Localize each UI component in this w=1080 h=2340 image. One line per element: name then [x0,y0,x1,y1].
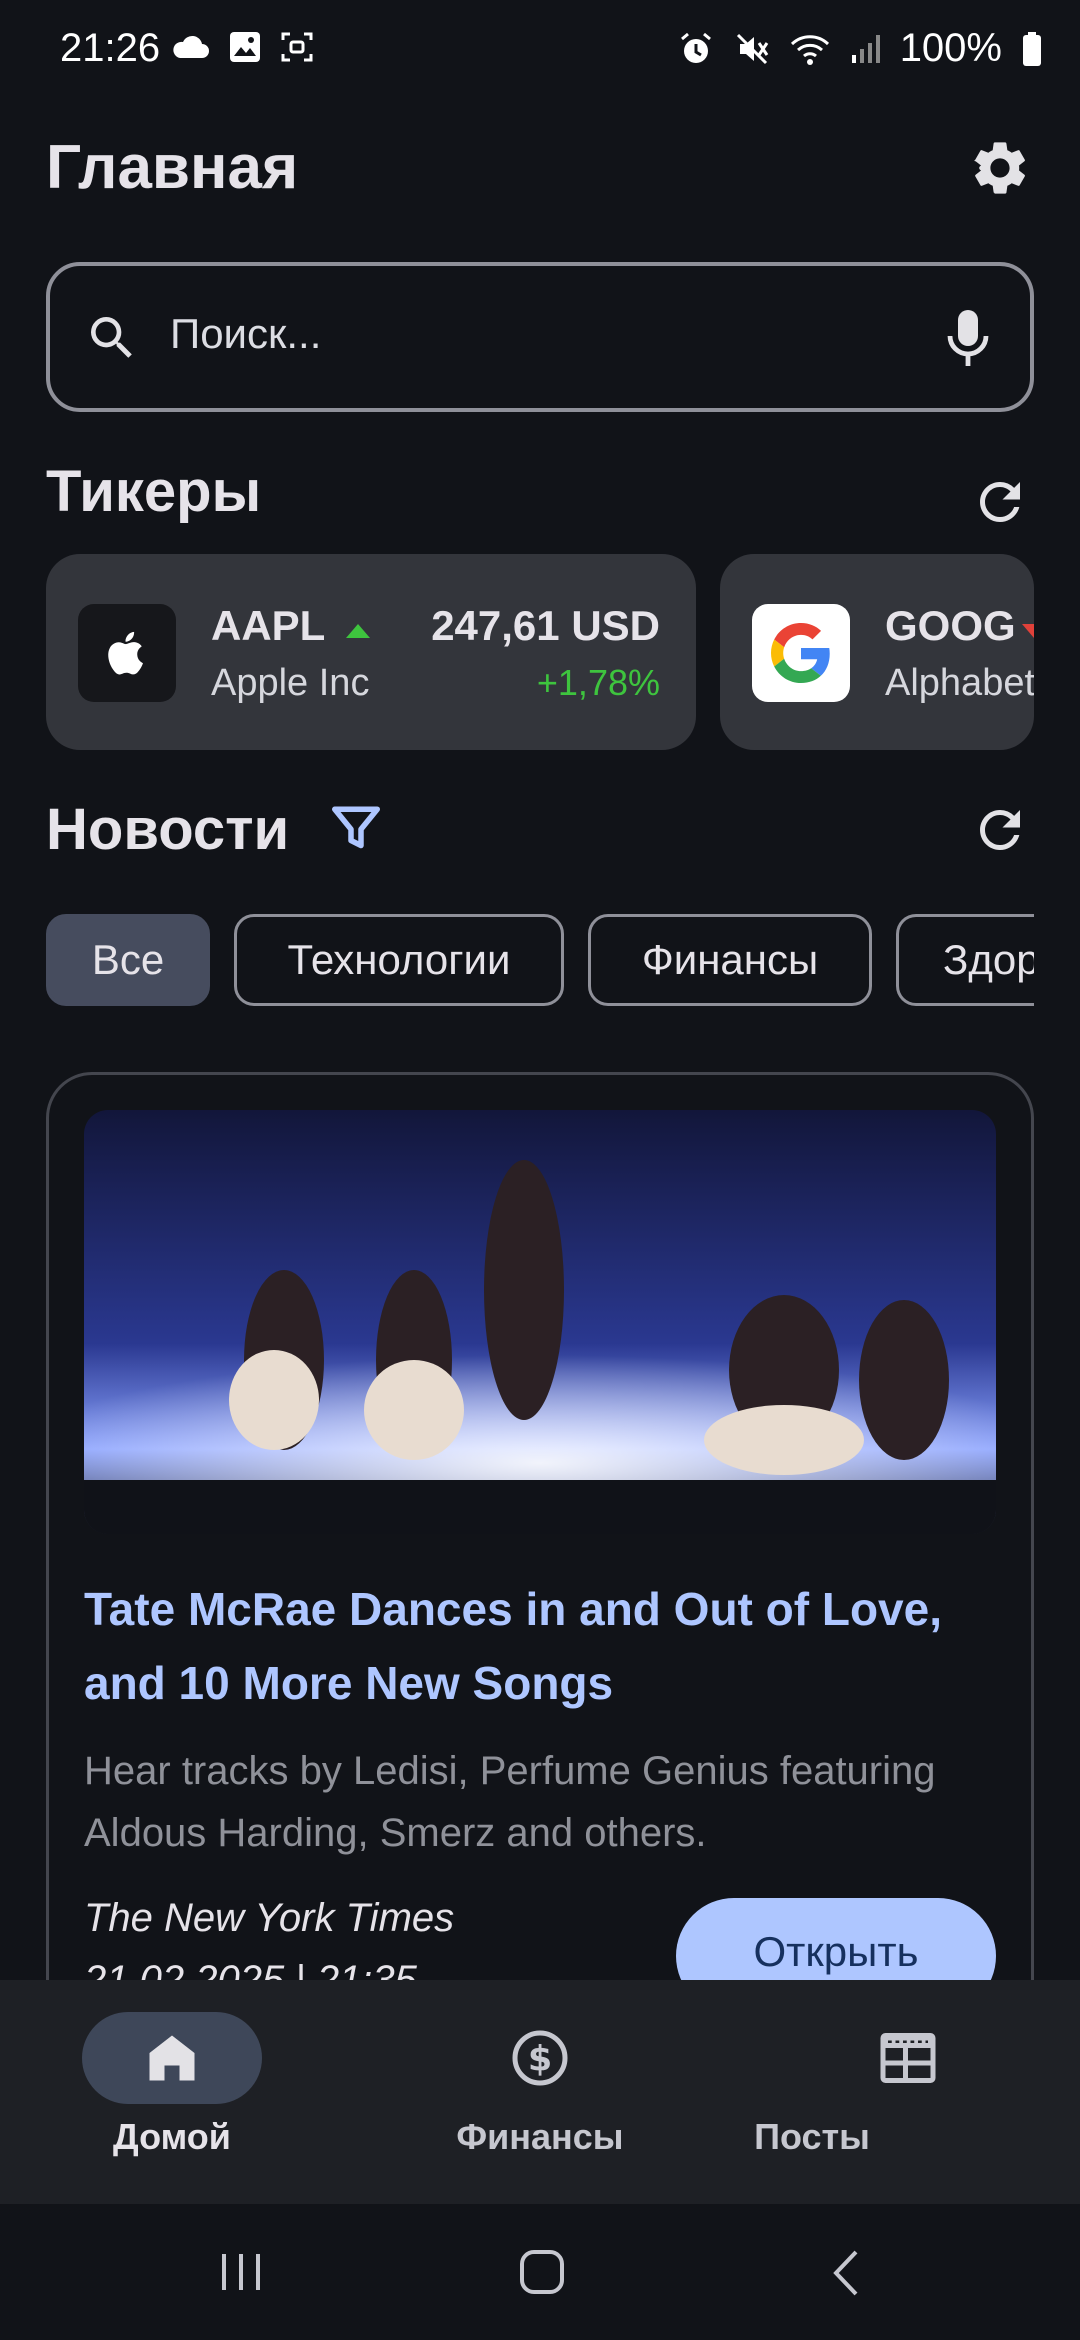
home-system-icon[interactable] [518,2248,566,2296]
ticker-price: 247,61 USD [431,602,660,649]
signal-icon [851,34,880,63]
google-logo-icon [752,604,850,702]
refresh-icon [980,810,1020,850]
system-navigation-bar [0,2204,1080,2340]
search-placeholder: Поиск... [170,310,322,357]
nav-label: Посты [754,2116,870,2157]
gear-icon [974,142,1025,194]
trend-up-icon [346,624,370,638]
recent-apps-icon[interactable] [216,2250,266,2294]
news-source: The New York Times [84,1896,455,1940]
settings-button[interactable] [968,136,1032,200]
nav-item-posts[interactable]: Посты [720,1980,1080,2204]
alarm-icon [680,32,711,63]
status-bar: 21:26 100% [0,0,1080,104]
mic-icon[interactable] [944,306,992,370]
news-description: Hear tracks by Ledisi, Perfume Genius fe… [84,1749,936,1855]
ticker-symbol: GOOG [885,602,1016,649]
news-refresh-button[interactable] [970,800,1030,860]
search-icon [84,310,140,366]
news-image [84,1110,996,1534]
tickers-refresh-button[interactable] [970,472,1030,532]
svg-text:$: $ [528,2040,552,2080]
page-title: Главная [46,133,299,202]
ticker-card-aapl[interactable]: AAPL Apple Inc 247,61 USD +1,78% [46,554,696,750]
image-icon [230,32,260,62]
news-heading: Новости [46,797,290,862]
filter-button[interactable] [326,798,386,858]
chip-technology[interactable]: Технологии [234,914,564,1006]
apple-logo-icon [78,604,176,702]
home-icon [149,2035,195,2081]
status-notification-icons [170,30,314,64]
trend-down-icon [1022,624,1034,638]
cloud-icon [173,35,209,58]
status-system-icons: 100% [678,26,1042,71]
filter-icon [332,806,380,849]
ticker-change: +1,78% [536,662,660,703]
screenshot-icon [281,32,313,62]
ticker-company-name: Apple Inc [211,662,370,704]
chip-health[interactable]: Здор [896,914,1034,1006]
battery-percent: 100% [899,26,1002,70]
ticker-symbol: AAPL [211,602,326,649]
status-time: 21:26 [60,26,161,70]
chip-all[interactable]: Все [46,914,210,1006]
ticker-company-name: Alphabet [885,662,1034,704]
posts-icon [880,2033,936,2083]
bottom-navigation: Домой $ Финансы Посты [0,1980,1080,2204]
wifi-icon [790,34,829,65]
dollar-icon: $ [512,2030,568,2086]
nav-item-home[interactable]: Домой [0,1980,360,2204]
battery-icon [1023,31,1041,66]
news-title[interactable]: Tate McRae Dances in and Out of Love, an… [84,1572,1004,1720]
nav-label: Домой [113,2116,231,2157]
nav-item-finance[interactable]: $ Финансы [360,1980,720,2204]
ticker-card-goog[interactable]: GOOG Alphabet [720,554,1034,750]
chip-finance[interactable]: Финансы [588,914,872,1006]
tickers-heading: Тикеры [46,459,262,524]
mute-icon [736,33,768,64]
back-icon[interactable] [830,2248,862,2298]
refresh-icon [980,482,1020,522]
